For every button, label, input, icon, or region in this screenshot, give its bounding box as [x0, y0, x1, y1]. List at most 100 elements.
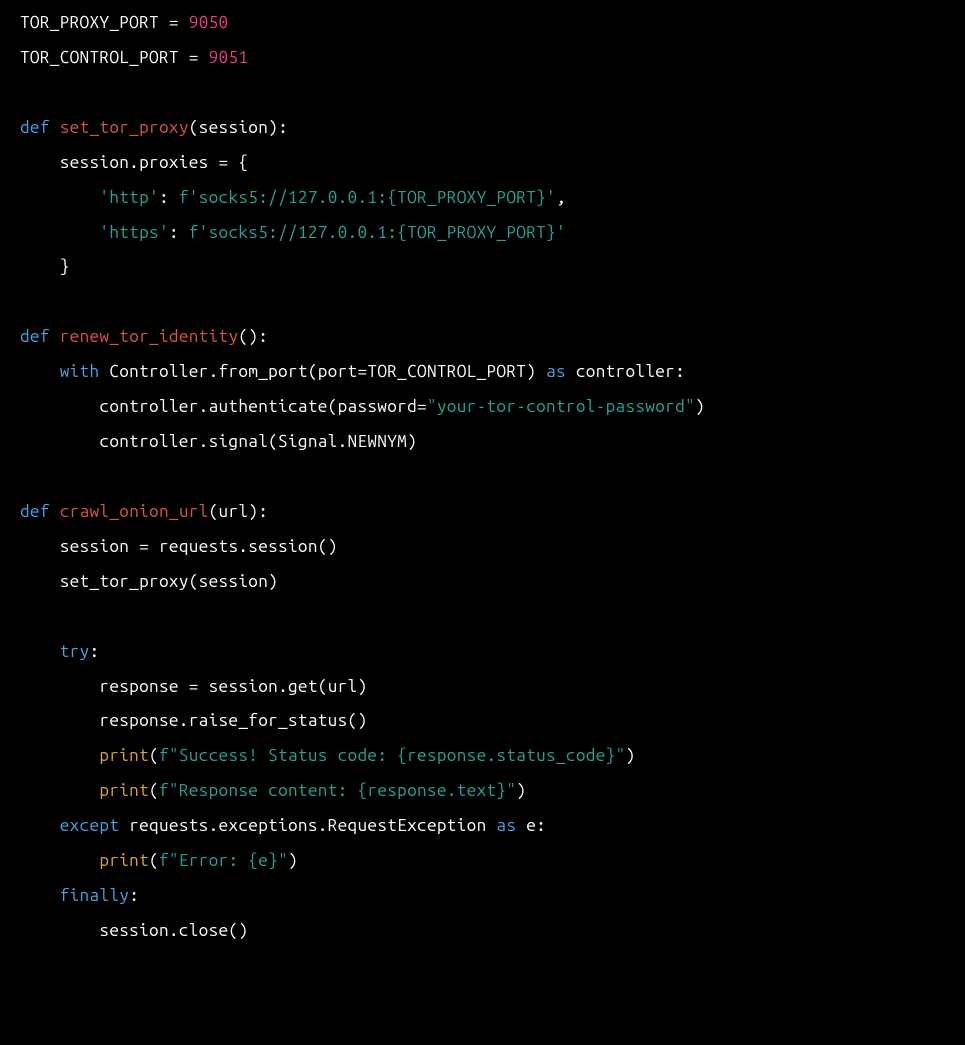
code-token: 'https'	[99, 223, 168, 242]
code-line: controller.signal(Signal.NEWNYM)	[20, 425, 945, 460]
code-token: except	[60, 816, 120, 835]
code-line: response = session.get(url)	[20, 670, 945, 705]
code-token: :	[129, 886, 139, 905]
code-token: }	[20, 257, 70, 276]
code-token: controller.signal(Signal.NEWNYM)	[20, 432, 417, 451]
code-token: print	[99, 746, 149, 765]
code-token	[50, 327, 60, 346]
code-token: f'socks5://127.0.0.1:{TOR_PROXY_PORT}'	[179, 188, 556, 207]
code-token: TOR_CONTROL_PORT)	[367, 362, 546, 381]
code-token	[20, 188, 99, 207]
code-token: (	[149, 746, 159, 765]
code-token: =	[357, 362, 367, 381]
code-line: set_tor_proxy(session)	[20, 565, 945, 600]
code-line: def crawl_onion_url(url):	[20, 495, 945, 530]
code-token: TOR_PROXY_PORT	[20, 13, 159, 32]
code-line: }	[20, 250, 945, 285]
code-token	[50, 118, 60, 137]
code-token: =	[189, 48, 199, 67]
code-token: f"Success! Status code: {response.status…	[159, 746, 625, 765]
code-line: controller.authenticate(password="your-t…	[20, 390, 945, 425]
code-line	[20, 600, 945, 635]
code-token: TOR_CONTROL_PORT	[20, 48, 179, 67]
code-token: session.close()	[20, 921, 248, 940]
code-token: f"Error: {e}"	[159, 851, 288, 870]
code-token: set_tor_proxy	[60, 118, 189, 137]
code-token: Controller.from_port(port	[99, 362, 357, 381]
code-token: def	[20, 118, 50, 137]
code-token: crawl_onion_url	[60, 502, 209, 521]
code-token: =	[219, 153, 229, 172]
code-token	[20, 886, 60, 905]
code-line: finally:	[20, 879, 945, 914]
code-token	[20, 816, 60, 835]
code-token: print	[99, 781, 149, 800]
code-token: with	[60, 362, 100, 381]
code-token: :	[89, 642, 99, 661]
code-line: def set_tor_proxy(session):	[20, 111, 945, 146]
code-token: session	[20, 537, 139, 556]
code-block: TOR_PROXY_PORT = 9050TOR_CONTROL_PORT = …	[0, 0, 965, 969]
code-token: renew_tor_identity	[60, 327, 239, 346]
code-token: f"Response content: {response.text}"	[159, 781, 516, 800]
code-token: controller:	[566, 362, 685, 381]
code-token: def	[20, 327, 50, 346]
code-token: try	[60, 642, 90, 661]
code-token: ():	[238, 327, 268, 346]
code-token: print	[99, 851, 149, 870]
code-token: "your-tor-control-password"	[427, 397, 695, 416]
code-token: )	[516, 781, 526, 800]
code-token	[179, 48, 189, 67]
code-token: 9050	[189, 13, 229, 32]
code-token: (	[149, 851, 159, 870]
code-token	[20, 746, 99, 765]
code-line: session.proxies = {	[20, 146, 945, 181]
code-line: try:	[20, 635, 945, 670]
code-token	[20, 642, 60, 661]
code-line: print(f"Response content: {response.text…	[20, 774, 945, 809]
code-line: session = requests.session()	[20, 530, 945, 565]
code-line	[20, 285, 945, 320]
code-token	[159, 13, 169, 32]
code-line: def renew_tor_identity():	[20, 320, 945, 355]
code-token	[199, 48, 209, 67]
code-token: response.raise_for_status()	[20, 711, 367, 730]
code-token: =	[169, 13, 179, 32]
code-token: set_tor_proxy(session)	[20, 572, 278, 591]
code-token: :	[169, 223, 189, 242]
code-line: session.close()	[20, 914, 945, 949]
code-token: requests.exceptions.RequestException	[119, 816, 496, 835]
code-line: print(f"Error: {e}")	[20, 844, 945, 879]
code-token	[179, 13, 189, 32]
code-token: session.proxies	[20, 153, 219, 172]
code-token	[20, 781, 99, 800]
code-token: {	[228, 153, 248, 172]
code-token: )	[695, 397, 705, 416]
code-token: response	[20, 677, 189, 696]
code-line: with Controller.from_port(port=TOR_CONTR…	[20, 355, 945, 390]
code-token: finally	[60, 886, 129, 905]
code-token: =	[189, 677, 199, 696]
code-token: session.get(url)	[199, 677, 368, 696]
code-token: =	[417, 397, 427, 416]
code-line: 'http': f'socks5://127.0.0.1:{TOR_PROXY_…	[20, 181, 945, 216]
code-token: 9051	[209, 48, 249, 67]
code-token	[20, 851, 99, 870]
code-token: (session):	[189, 118, 288, 137]
code-line: 'https': f'socks5://127.0.0.1:{TOR_PROXY…	[20, 216, 945, 251]
code-token: as	[496, 816, 516, 835]
code-line	[20, 460, 945, 495]
code-token: e:	[516, 816, 546, 835]
code-token: (	[149, 781, 159, 800]
code-line: print(f"Success! Status code: {response.…	[20, 739, 945, 774]
code-token: controller.authenticate(password	[20, 397, 417, 416]
code-line	[20, 76, 945, 111]
code-line: TOR_PROXY_PORT = 9050	[20, 6, 945, 41]
code-token	[20, 223, 99, 242]
code-token: :	[159, 188, 179, 207]
code-token	[50, 502, 60, 521]
code-line: response.raise_for_status()	[20, 704, 945, 739]
code-token	[20, 362, 60, 381]
code-token: requests.session()	[149, 537, 338, 556]
code-token: as	[546, 362, 566, 381]
